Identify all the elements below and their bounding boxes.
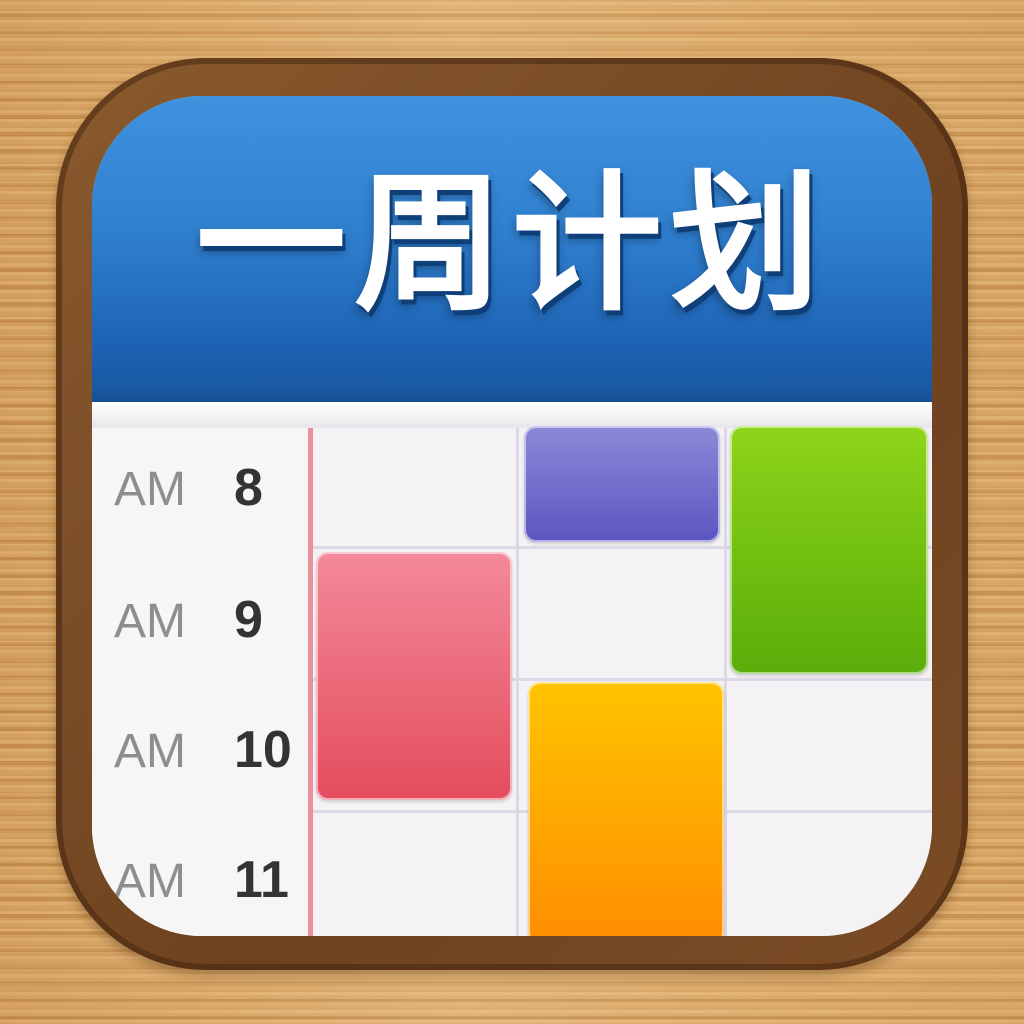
time-label-11: AM 11 [114, 850, 304, 910]
app-title: 一周计划 [195, 158, 828, 332]
title-banner: 一周计划 [92, 96, 932, 404]
time-hour: 11 [234, 851, 289, 909]
time-label-10: AM 10 [114, 720, 304, 780]
paper-edge [92, 402, 932, 428]
event-block-orange[interactable] [528, 682, 724, 936]
time-label-9: AM 9 [114, 590, 304, 650]
time-hour: 10 [234, 721, 292, 779]
time-ampm: AM [114, 595, 186, 648]
time-hour: 9 [234, 591, 263, 649]
schedule-grid: AM 8 AM 9 AM 10 AM 11 [92, 426, 932, 936]
time-ampm: AM [114, 855, 186, 908]
day-divider [516, 428, 519, 936]
event-block-pink[interactable] [316, 552, 512, 800]
event-block-purple[interactable] [524, 426, 720, 542]
event-block-green[interactable] [730, 426, 928, 674]
time-ampm: AM [114, 725, 186, 778]
time-hour: 8 [234, 459, 263, 517]
time-ampm: AM [114, 463, 186, 516]
today-marker-line [308, 428, 313, 936]
time-column: AM 8 AM 9 AM 10 AM 11 [92, 428, 306, 936]
app-icon-card: 一周计划 AM 8 AM 9 AM 10 AM 11 [92, 96, 932, 936]
day-divider [724, 428, 727, 936]
time-label-8: AM 8 [114, 458, 304, 518]
